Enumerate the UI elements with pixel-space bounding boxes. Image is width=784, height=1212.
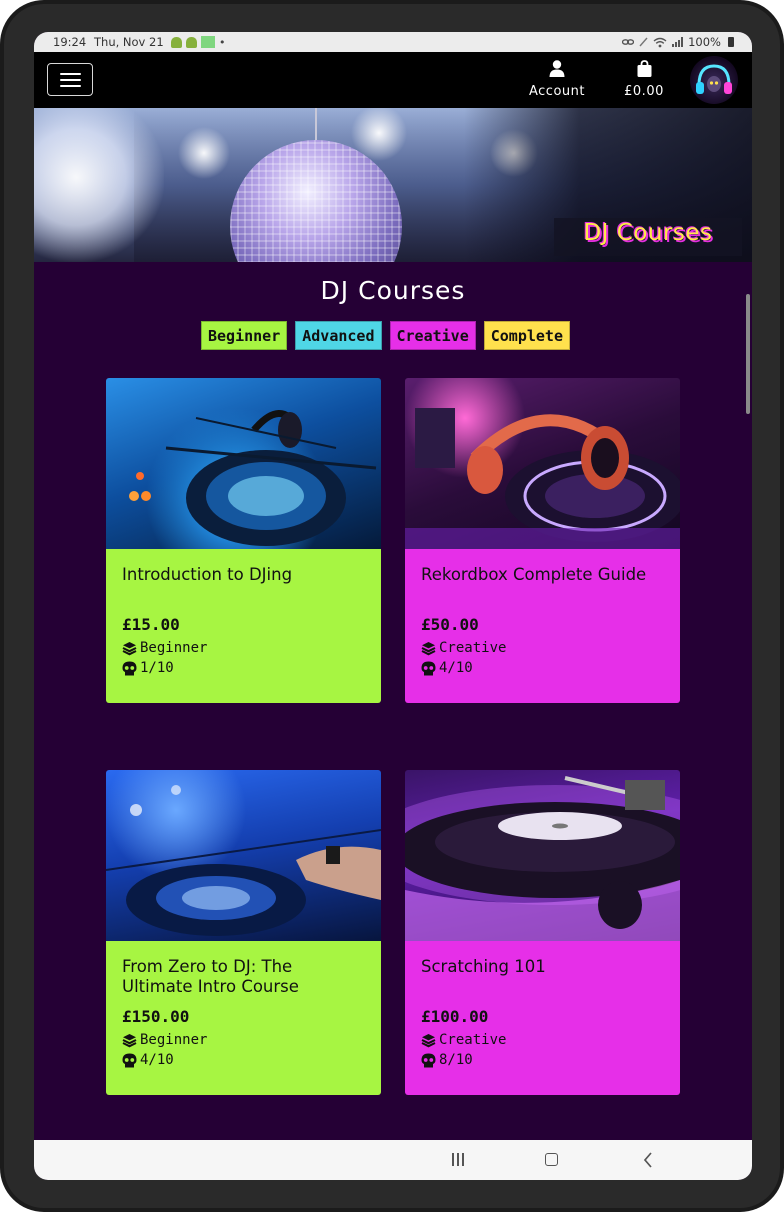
battery-level: 100% — [688, 35, 721, 49]
skull-icon — [122, 1053, 137, 1067]
account-label: Account — [529, 84, 585, 99]
status-right: 100% — [622, 35, 734, 49]
course-difficulty: 4/10 — [122, 1052, 365, 1068]
status-time: 19:24 — [53, 35, 87, 49]
home-button[interactable] — [545, 1153, 558, 1166]
disco-ball-chain — [315, 108, 317, 142]
course-card-body: Rekordbox Complete Guide £50.00 Creative… — [405, 549, 680, 703]
battery-icon — [728, 37, 734, 47]
android-icon — [171, 36, 182, 48]
course-difficulty-value: 4/10 — [439, 660, 473, 676]
course-card-body: From Zero to DJ: The Ultimate Intro Cour… — [106, 941, 381, 1095]
filter-complete[interactable]: Complete — [483, 321, 570, 350]
recents-bar — [457, 1153, 459, 1166]
app-notification-icon — [201, 36, 215, 48]
course-title: Rekordbox Complete Guide — [421, 565, 647, 584]
course-level: Creative — [421, 1032, 664, 1048]
course-level-label: Creative — [439, 1032, 507, 1048]
back-icon[interactable] — [642, 1152, 654, 1168]
site-logo-avatar[interactable] — [690, 56, 738, 104]
course-price: £150.00 — [122, 1007, 190, 1026]
recents-bar — [452, 1153, 454, 1166]
mute-icon — [639, 37, 648, 47]
scrollbar-thumb[interactable] — [746, 294, 750, 414]
more-notifications-dot: • — [219, 35, 226, 49]
course-card[interactable]: From Zero to DJ: The Ultimate Intro Cour… — [106, 770, 381, 1095]
layers-icon — [421, 1033, 436, 1047]
layers-icon — [122, 1033, 137, 1047]
course-level: Creative — [421, 640, 664, 656]
dj-mixing-hands-image — [106, 785, 381, 936]
category-filters: Beginner Advanced Creative Complete — [201, 321, 570, 350]
signal-icon — [672, 37, 684, 47]
smoke-effect — [34, 108, 164, 262]
course-difficulty: 8/10 — [421, 1052, 664, 1068]
course-image — [405, 770, 680, 941]
cart-total: £0.00 — [624, 84, 664, 99]
layers-icon — [122, 641, 137, 655]
skull-icon — [421, 1053, 436, 1067]
course-card-body: Scratching 101 £100.00 Creative 8/10 — [405, 941, 680, 1095]
filter-beginner[interactable]: Beginner — [201, 321, 288, 350]
course-difficulty-value: 4/10 — [140, 1052, 174, 1068]
layers-icon — [421, 641, 436, 655]
course-difficulty: 1/10 — [122, 660, 365, 676]
course-price: £15.00 — [122, 615, 180, 634]
course-image — [106, 378, 381, 549]
recent-apps-button[interactable] — [452, 1153, 466, 1166]
course-difficulty-value: 1/10 — [140, 660, 174, 676]
wifi-icon — [653, 37, 667, 47]
course-price: £100.00 — [421, 1007, 489, 1026]
course-level: Beginner — [122, 1032, 365, 1048]
notification-icons: • — [171, 36, 226, 48]
course-card-body: Introduction to DJing £15.00 Beginner 1/… — [106, 549, 381, 703]
turntable-image — [405, 776, 680, 941]
course-card[interactable]: Scratching 101 £100.00 Creative 8/10 — [405, 770, 680, 1095]
filter-advanced[interactable]: Advanced — [295, 321, 382, 350]
cart-link[interactable]: £0.00 — [616, 60, 672, 99]
link-icon — [622, 39, 635, 45]
course-image — [405, 378, 680, 549]
headphones-logo-icon — [696, 64, 732, 94]
status-bar: 19:24 Thu, Nov 21 • 100% — [34, 32, 752, 52]
hero-tag-text: DJ Courses — [583, 220, 713, 246]
course-difficulty: 4/10 — [421, 660, 664, 676]
status-date: Thu, Nov 21 — [94, 35, 164, 49]
course-level-label: Creative — [439, 640, 507, 656]
course-title: From Zero to DJ: The Ultimate Intro Cour… — [122, 957, 299, 996]
filter-creative[interactable]: Creative — [389, 321, 476, 350]
skull-icon — [421, 661, 436, 675]
course-price: £50.00 — [421, 615, 479, 634]
dj-controller-image — [129, 410, 377, 546]
course-level-label: Beginner — [140, 1032, 208, 1048]
hamburger-menu-button[interactable] — [47, 63, 93, 96]
course-card[interactable]: Rekordbox Complete Guide £50.00 Creative… — [405, 378, 680, 703]
course-image — [106, 770, 381, 941]
skull-icon — [122, 661, 137, 675]
headphones-on-deck-image — [405, 408, 680, 549]
course-card[interactable]: Introduction to DJing £15.00 Beginner 1/… — [106, 378, 381, 703]
course-difficulty-value: 8/10 — [439, 1052, 473, 1068]
screen: 19:24 Thu, Nov 21 • 100% Account £0.00 D… — [34, 32, 752, 1180]
course-title: Introduction to DJing — [122, 565, 293, 584]
course-title: Scratching 101 — [421, 957, 546, 976]
menu-line — [60, 85, 81, 87]
account-link[interactable]: Account — [524, 60, 590, 99]
menu-line — [60, 73, 81, 75]
user-icon — [549, 60, 565, 77]
top-navbar: Account £0.00 — [34, 52, 752, 108]
hero-tag: DJ Courses — [554, 218, 742, 256]
menu-line — [60, 79, 81, 81]
android-icon — [186, 36, 197, 48]
page-title: DJ Courses — [320, 276, 466, 305]
hero-banner: DJ Courses — [34, 108, 752, 262]
course-level-label: Beginner — [140, 640, 208, 656]
android-navigation-bar — [34, 1140, 752, 1180]
shopping-bag-icon — [637, 60, 651, 77]
course-level: Beginner — [122, 640, 365, 656]
recents-bar — [462, 1153, 464, 1166]
